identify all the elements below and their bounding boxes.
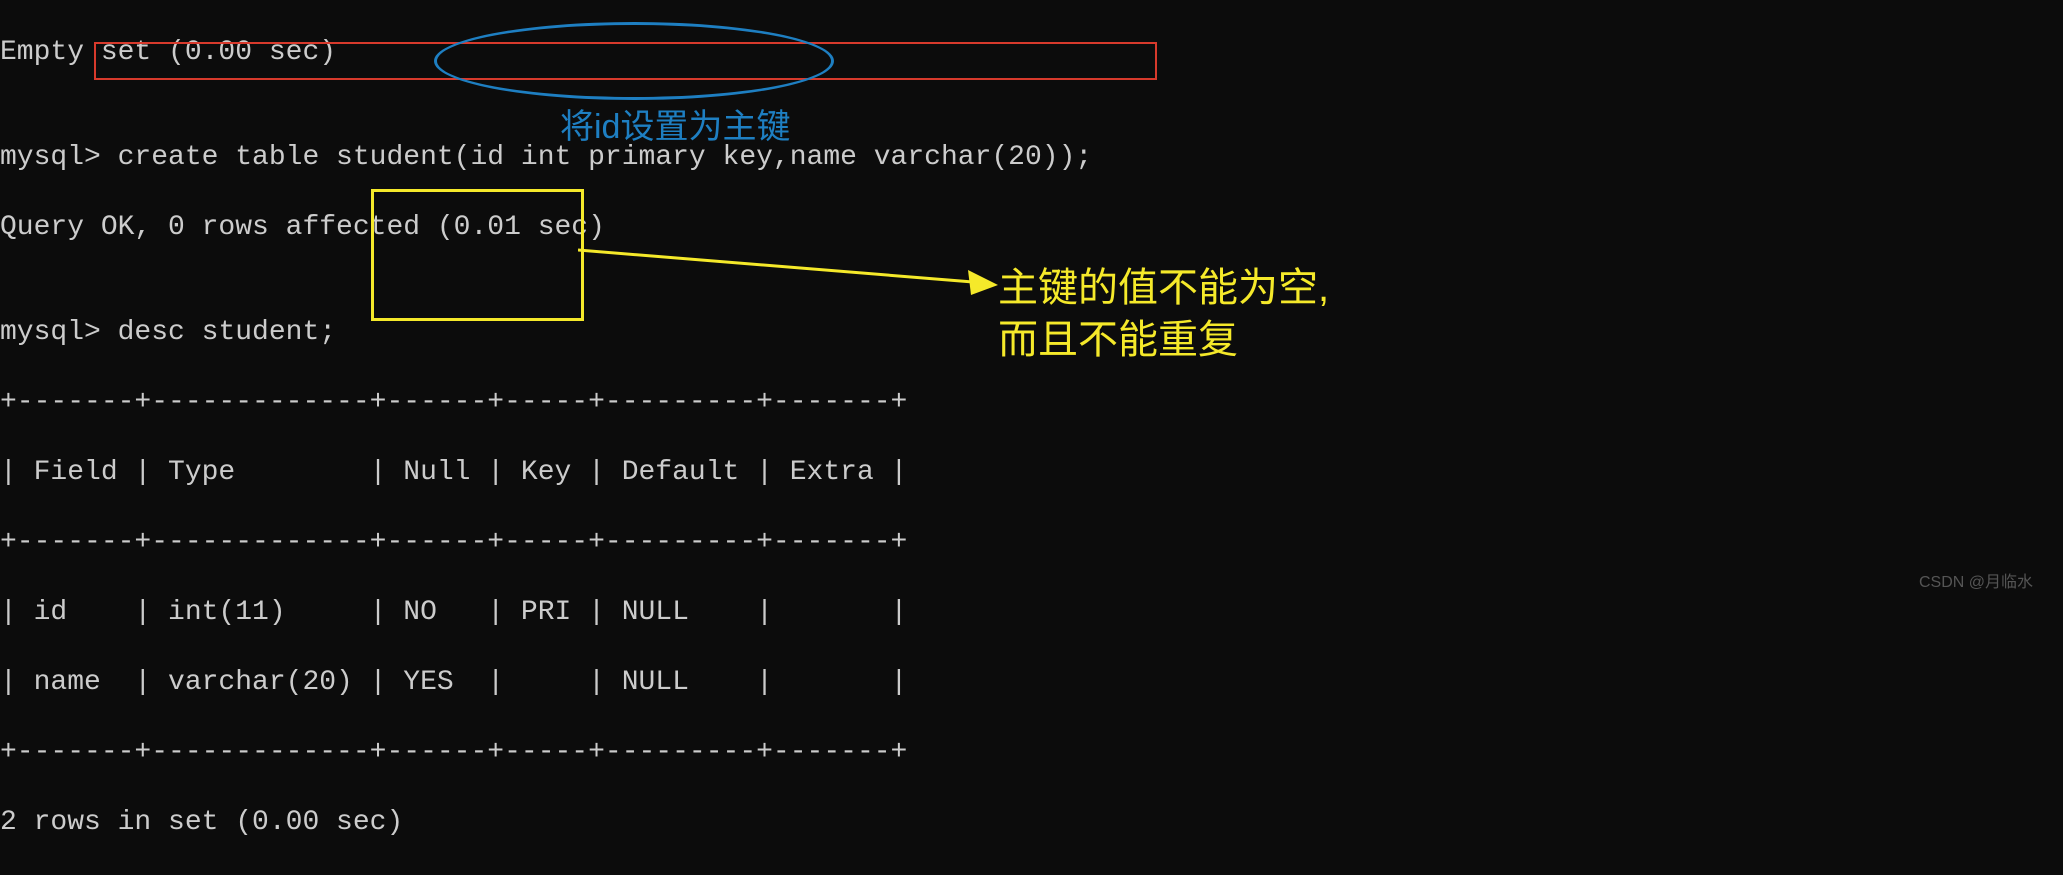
watermark: CSDN @月临水: [1919, 573, 2033, 593]
result-line: Empty set (0.00 sec): [0, 35, 2063, 70]
cmd-line: mysql> create table student(id int prima…: [0, 140, 2063, 175]
query-ok-line: Query OK, 0 rows affected (0.01 sec): [0, 210, 2063, 245]
annotation-yellow-line2: 而且不能重复: [998, 318, 1238, 362]
prompt: mysql>: [0, 142, 118, 173]
table-border: +-------+-------------+------+-----+----…: [0, 525, 2063, 560]
result-count: 2 rows in set (0.00 sec): [0, 805, 2063, 840]
table-border: +-------+-------------+------+-----+----…: [0, 385, 2063, 420]
sql-command: desc student;: [118, 317, 336, 348]
table-border: +-------+-------------+------+-----+----…: [0, 735, 2063, 770]
table-row: | id | int(11) | NO | PRI | NULL | |: [0, 595, 2063, 630]
annotation-yellow: 主键的值不能为空, 而且不能重复: [998, 262, 1498, 366]
annotation-yellow-line1: 主键的值不能为空,: [998, 266, 1329, 310]
table-header: | Field | Type | Null | Key | Default | …: [0, 455, 2063, 490]
prompt: mysql>: [0, 317, 118, 348]
table-row: | name | varchar(20) | YES | | NULL | |: [0, 665, 2063, 700]
annotation-blue: 将id设置为主键: [560, 106, 790, 149]
terminal-output: Empty set (0.00 sec) mysql> create table…: [0, 0, 2063, 875]
